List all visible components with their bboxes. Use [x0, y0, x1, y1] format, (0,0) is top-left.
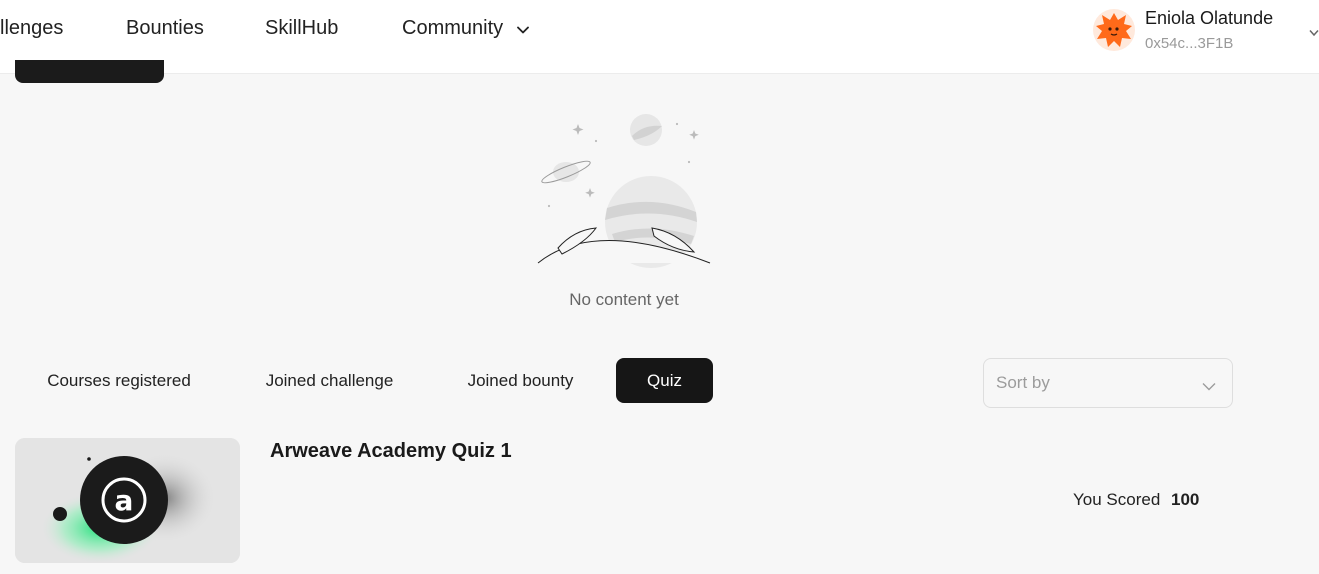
nav-link-skillhub[interactable]: SkillHub: [265, 17, 338, 40]
quiz-thumbnail[interactable]: a: [15, 438, 240, 563]
tab-courses-registered[interactable]: Courses registered: [30, 358, 208, 403]
top-navigation-bar: llenges Bounties SkillHub Community Enio…: [0, 0, 1319, 74]
chevron-down-icon: [1202, 378, 1216, 396]
sort-placeholder: Sort by: [996, 373, 1050, 392]
user-name: Eniola Olatunde: [1145, 8, 1274, 28]
svg-text:a: a: [115, 484, 134, 517]
chevron-down-icon: [516, 17, 529, 40]
arweave-logo-icon: a: [15, 438, 240, 563]
nav-dropdown-community[interactable]: Community: [402, 17, 529, 40]
planets-empty-illustration: [534, 108, 714, 273]
sort-dropdown[interactable]: Sort by: [983, 358, 1233, 408]
score-value: 100: [1171, 490, 1200, 509]
tab-joined-bounty[interactable]: Joined bounty: [451, 358, 590, 403]
quiz-title[interactable]: Arweave Academy Quiz 1: [270, 440, 512, 463]
user-avatar[interactable]: [1093, 9, 1135, 51]
wallet-address: 0x54c...3F1B: [1145, 35, 1234, 52]
nav-link-challenges[interactable]: llenges: [0, 17, 63, 40]
action-button-partial[interactable]: [15, 60, 164, 83]
nav-community-label: Community: [402, 17, 504, 39]
tab-joined-challenge[interactable]: Joined challenge: [250, 358, 409, 403]
nav-link-bounties[interactable]: Bounties: [126, 17, 204, 40]
tab-quiz[interactable]: Quiz: [616, 358, 713, 403]
score-label: You Scored: [1073, 490, 1161, 509]
empty-state-message: No content yet: [569, 290, 679, 309]
fox-avatar-icon: [1096, 13, 1132, 47]
account-menu-chevron-icon[interactable]: [1309, 24, 1319, 42]
